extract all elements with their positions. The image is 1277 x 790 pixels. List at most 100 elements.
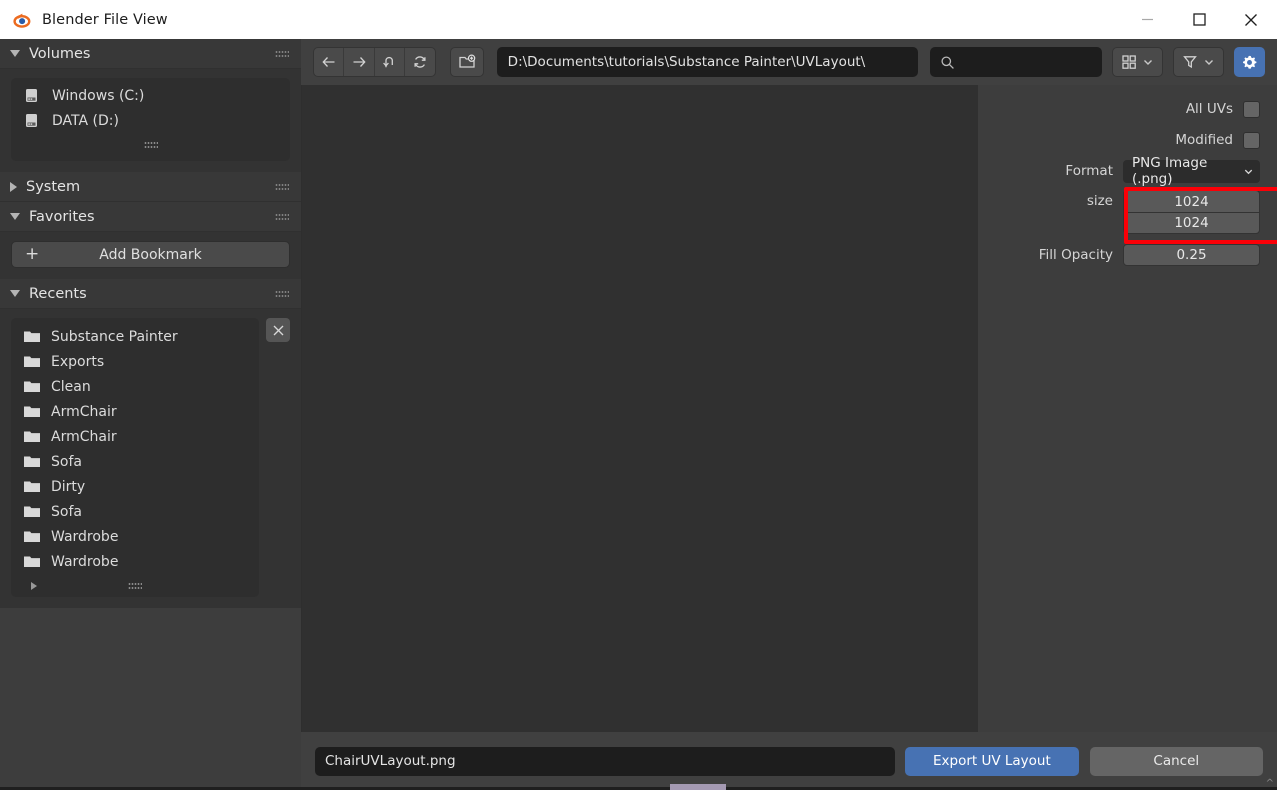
list-item[interactable]: Wardrobe [11,549,259,574]
folder-icon [24,456,40,467]
options-button[interactable] [1233,47,1265,77]
minimize-button[interactable] [1121,0,1173,39]
close-icon [273,325,283,335]
property-label: size [1086,193,1113,209]
sidebar-section-label: Favorites [29,208,95,225]
sidebar-section-system[interactable]: System [0,172,301,202]
parent-directory-button[interactable] [375,48,406,76]
folder-icon [24,506,40,517]
sidebar-item-windows-c[interactable]: Windows (C:) [11,83,290,108]
folder-icon [24,406,40,417]
property-row-all-uvs: All UVs [978,97,1277,121]
sidebar-section-label: Volumes [29,45,91,62]
file-list-area[interactable] [302,85,978,771]
new-folder-button[interactable] [450,47,484,77]
drag-grip-icon[interactable] [275,182,289,191]
folder-icon [24,331,40,342]
arrow-up-icon [383,56,394,68]
list-item[interactable]: ArmChair [11,399,259,424]
list-item-label: Exports [51,353,105,370]
chevron-down-icon [1143,60,1152,65]
drag-grip-icon[interactable] [128,581,142,590]
list-item[interactable]: Clean [11,374,259,399]
list-item[interactable]: Sofa [11,499,259,524]
list-item-label: ArmChair [51,403,117,420]
sidebar-section-volumes[interactable]: Volumes [0,39,301,69]
bottom-artifact [670,784,726,790]
property-label: All UVs [1185,101,1233,117]
property-row-format: Format PNG Image (.png) [978,155,1277,187]
blender-logo-icon [13,13,31,28]
chevron-right-icon[interactable] [31,581,37,590]
list-item[interactable]: Exports [11,349,259,374]
file-browser-toolbar: D:\Documents\tutorials\Substance Painter… [301,39,1277,85]
size-fields: 1024 1024 [1123,190,1260,234]
funnel-icon [1182,56,1197,69]
search-input[interactable] [929,47,1102,77]
list-item-label: Sofa [51,503,82,520]
list-item-label: Substance Painter [51,328,178,345]
filter-dropdown[interactable] [1172,47,1224,77]
drag-grip-icon[interactable] [275,289,289,298]
list-item[interactable]: Substance Painter [11,324,259,349]
maximize-button[interactable] [1173,0,1225,39]
property-label: Modified [1175,132,1233,148]
sidebar-section-recents[interactable]: Recents [0,279,301,309]
fill-opacity-input[interactable]: 0.25 [1123,244,1260,266]
modified-checkbox[interactable] [1243,131,1260,149]
chevron-down-icon [10,50,20,57]
drag-grip-icon[interactable] [275,49,289,58]
sidebar-section-favorites[interactable]: Favorites [0,202,301,232]
favorites-body: + Add Bookmark [0,232,301,279]
volumes-list: Windows (C:) DATA (D:) [11,78,290,161]
back-button[interactable] [314,48,345,76]
cancel-button[interactable]: Cancel [1089,746,1263,776]
property-label: Fill Opacity [1038,247,1113,263]
list-item-label: Wardrobe [51,528,119,545]
property-row-fill-opacity: Fill Opacity 0.25 [978,243,1277,267]
sidebar-item-label: Windows (C:) [52,87,145,104]
add-bookmark-button[interactable]: + Add Bookmark [11,241,290,268]
list-item-label: Dirty [51,478,86,495]
maximize-icon [1192,13,1206,26]
blender-file-view-window: Blender File View Volumes Windows (C:) D… [0,0,1277,790]
recents-list-footer [11,574,259,597]
export-button-label: Export UV Layout [933,753,1051,769]
list-item[interactable]: Wardrobe [11,524,259,549]
close-button[interactable] [1225,0,1277,39]
format-value: PNG Image (.png) [1132,155,1208,187]
filename-input[interactable]: ChairUVLayout.png [315,746,896,776]
drag-grip-icon[interactable] [143,140,158,149]
list-item[interactable]: ArmChair [11,424,259,449]
export-properties-panel: All UVs Modified Format PNG Image (.png)… [978,85,1277,771]
list-item[interactable]: Sofa [11,449,259,474]
path-value: D:\Documents\tutorials\Substance Painter… [507,54,866,70]
path-input[interactable]: D:\Documents\tutorials\Substance Painter… [496,47,918,77]
chevron-right-icon [10,181,17,192]
chevron-down-icon [10,213,20,220]
size-height-input[interactable]: 1024 [1123,212,1260,234]
sidebar-item-data-d[interactable]: DATA (D:) [11,108,290,133]
clear-recents-button[interactable] [266,318,290,342]
cancel-button-label: Cancel [1153,753,1200,769]
refresh-button[interactable] [405,48,435,76]
display-mode-dropdown[interactable] [1111,47,1163,77]
forward-button[interactable] [344,48,375,76]
format-dropdown[interactable]: PNG Image (.png) [1123,155,1260,187]
list-item[interactable]: Dirty [11,474,259,499]
volumes-body: Windows (C:) DATA (D:) [0,69,301,172]
arrow-left-icon [322,57,335,67]
list-item-label: Sofa [51,453,82,470]
navigation-button-group [313,47,437,77]
drag-grip-icon[interactable] [275,212,289,221]
chevron-down-icon [1204,60,1213,65]
all-uvs-checkbox[interactable] [1243,100,1260,118]
size-width-input[interactable]: 1024 [1123,190,1260,212]
add-bookmark-label: Add Bookmark [99,246,202,263]
size-width-value: 1024 [1174,193,1209,210]
export-uv-layout-button[interactable]: Export UV Layout [905,746,1079,776]
minimize-icon [1141,18,1153,21]
title-bar: Blender File View [0,0,1277,39]
sidebar-section-label: Recents [29,285,87,302]
drive-icon [26,89,37,102]
